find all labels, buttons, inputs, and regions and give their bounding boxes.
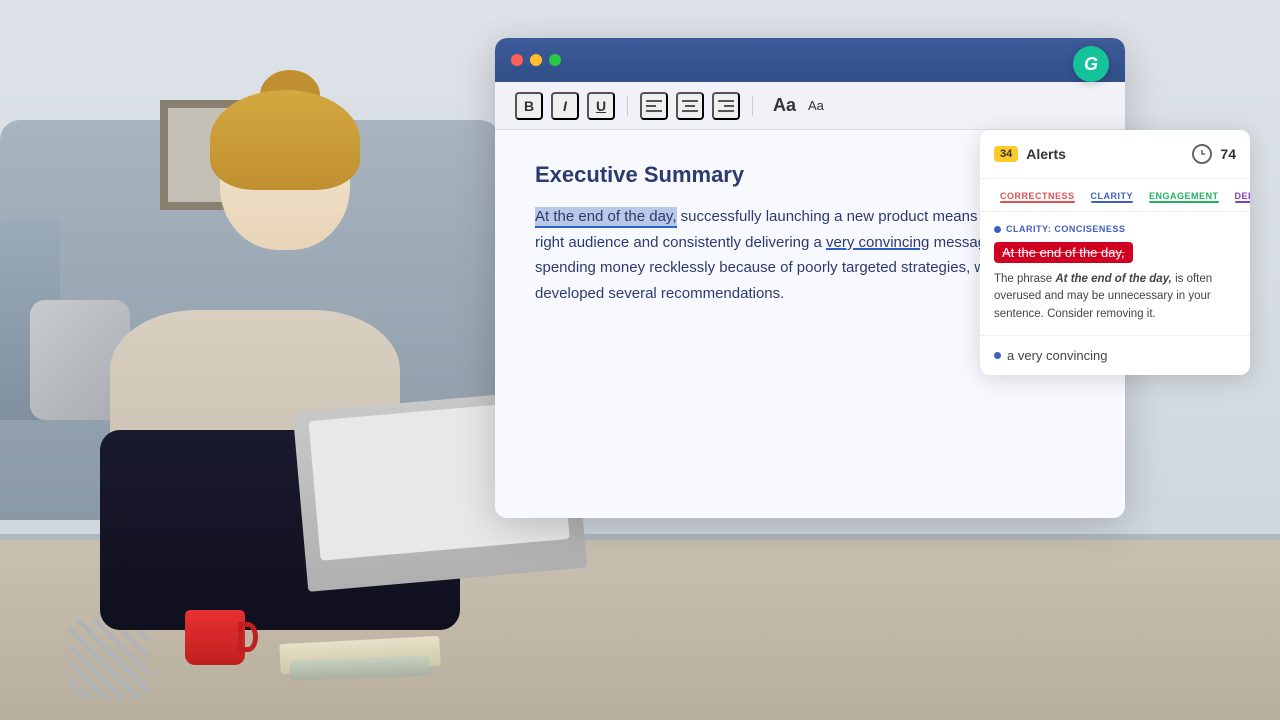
font-size-small: Aa: [808, 98, 824, 113]
alerts-tabs: CORRECTNESS CLARITY ENGAGEMENT DELIVERY: [980, 179, 1250, 212]
suggestion-label: a very convincing: [994, 348, 1236, 363]
clarity-card: CLARITY: CONCISENESS At the end of the d…: [980, 212, 1250, 336]
person-hair: [210, 90, 360, 190]
alerts-score-area: 74: [1190, 142, 1236, 166]
maximize-dot[interactable]: [549, 54, 561, 66]
suggestion-card[interactable]: a very convincing: [980, 336, 1250, 375]
underline-button[interactable]: U: [587, 92, 615, 120]
minimize-dot[interactable]: [530, 54, 542, 66]
tab-delivery[interactable]: DELIVERY: [1229, 187, 1250, 207]
clarity-indicator-dot: [994, 226, 1001, 233]
bold-button[interactable]: B: [515, 92, 543, 120]
grammarly-icon[interactable]: G: [1073, 46, 1109, 82]
suggestion-text: a very convincing: [1007, 348, 1107, 363]
suggestion-dot: [994, 352, 1001, 359]
font-size-large: Aa: [773, 95, 796, 116]
clarity-emphasis: At the end of the day,: [1055, 273, 1172, 285]
italic-button[interactable]: I: [551, 92, 579, 120]
score-dial-icon: [1190, 142, 1214, 166]
tab-engagement[interactable]: ENGAGEMENT: [1143, 187, 1225, 207]
close-dot[interactable]: [511, 54, 523, 66]
pillow-pattern: [70, 620, 150, 700]
grammarly-logo: G: [1084, 54, 1098, 75]
alerts-title: Alerts: [1026, 146, 1066, 162]
separator-2: [752, 96, 753, 116]
clarity-highlight-text: At the end of the day,: [994, 242, 1133, 263]
alerts-badge: 34: [994, 146, 1018, 162]
alerts-header: 34 Alerts 74: [980, 130, 1250, 179]
score-number: 74: [1220, 146, 1236, 162]
coffee-mug: [185, 610, 245, 665]
mug-handle: [238, 622, 258, 652]
clarity-description: The phrase At the end of the day, is oft…: [994, 271, 1236, 323]
editor-titlebar: G: [495, 38, 1125, 82]
tab-correctness[interactable]: CORRECTNESS: [994, 187, 1081, 207]
align-left-button[interactable]: [640, 92, 668, 120]
align-center-button[interactable]: [676, 92, 704, 120]
editor-toolbar: B I U Aa Aa: [495, 82, 1125, 130]
window-controls: [511, 54, 561, 66]
clarity-card-label: CLARITY: CONCISENESS: [994, 224, 1236, 234]
align-right-button[interactable]: [712, 92, 740, 120]
highlighted-phrase: At the end of the day,: [535, 207, 677, 228]
underlined-phrase: very convincing: [826, 234, 929, 251]
alerts-panel: 34 Alerts 74 CORRECTNESS CLARITY ENGAGEM…: [980, 130, 1250, 375]
separator-1: [627, 96, 628, 116]
tab-clarity[interactable]: CLARITY: [1085, 187, 1140, 207]
